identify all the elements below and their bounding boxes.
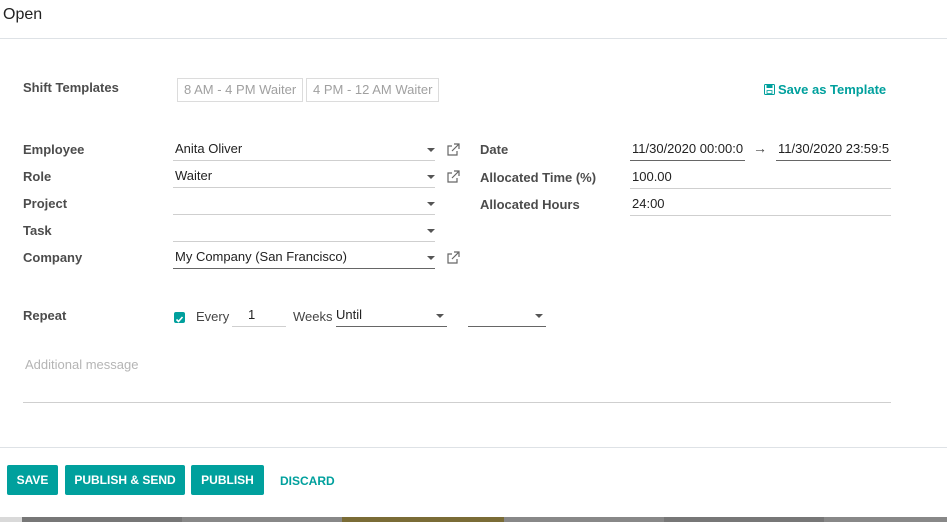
project-value: [173, 195, 175, 210]
company-value: My Company (San Francisco): [175, 249, 347, 264]
external-link-icon[interactable]: [446, 251, 460, 265]
repeat-label: Repeat: [23, 308, 67, 323]
shift-templates-label: Shift Templates: [23, 80, 119, 95]
company-label: Company: [23, 250, 83, 265]
chevron-down-icon: [427, 229, 435, 233]
task-select[interactable]: [173, 219, 435, 242]
employee-label: Employee: [23, 142, 85, 157]
repeat-until-select[interactable]: Until: [336, 304, 447, 327]
template-4pm-12am-waiter[interactable]: 4 PM - 12 AM Waiter: [306, 78, 440, 102]
task-value: [173, 222, 175, 237]
date-end-input[interactable]: 11/30/2020 23:59:5: [776, 138, 891, 161]
date-start-input[interactable]: 11/30/2020 00:00:0: [630, 138, 745, 161]
arrow-right-icon: →: [753, 140, 767, 156]
employee-select[interactable]: Anita Oliver: [173, 138, 435, 161]
repeat-interval-input[interactable]: 1: [232, 304, 286, 327]
chevron-down-icon: [535, 314, 543, 318]
repeat-until-value: Until: [336, 307, 363, 322]
date-start-value: 11/30/2020 00:00:0: [632, 141, 744, 156]
chevron-down-icon: [427, 148, 435, 152]
chevron-down-icon: [427, 202, 435, 206]
external-link-icon[interactable]: [446, 170, 460, 184]
publish-button[interactable]: PUBLISH: [191, 465, 264, 495]
allocated-hours-label: Allocated Hours: [480, 197, 580, 212]
task-label: Task: [23, 223, 52, 238]
allocated-time-label: Allocated Time (%): [480, 170, 597, 185]
employee-value: Anita Oliver: [175, 141, 243, 156]
allocated-time-input[interactable]: 100.00: [630, 166, 891, 189]
footer-divider: [0, 447, 947, 448]
save-as-template-button[interactable]: Save as Template: [764, 82, 886, 98]
repeat-checkbox[interactable]: [174, 312, 185, 323]
chevron-down-icon: [427, 256, 435, 260]
company-select[interactable]: My Company (San Francisco): [173, 246, 435, 269]
chevron-down-icon: [427, 175, 435, 179]
allocated-time-value: 100.00: [632, 169, 672, 184]
project-select[interactable]: [173, 192, 435, 215]
floppy-disk-icon: [764, 83, 775, 98]
every-label: Every: [196, 309, 230, 324]
template-8am-4pm-waiter[interactable]: 8 AM - 4 PM Waiter: [177, 78, 304, 102]
dialog-title: Open: [3, 6, 43, 23]
save-button[interactable]: SAVE: [7, 465, 58, 495]
header-divider: [0, 38, 947, 39]
discard-button[interactable]: DISCARD: [280, 474, 335, 488]
publish-and-send-button[interactable]: PUBLISH & SEND: [65, 465, 185, 495]
date-end-value: 11/30/2020 23:59:5: [778, 141, 890, 156]
save-as-template-label: Save as Template: [778, 82, 887, 97]
repeat-until-date-select[interactable]: [468, 304, 546, 327]
allocated-hours-value: 24:00: [632, 196, 665, 211]
background-strip: [0, 517, 947, 522]
role-label: Role: [23, 169, 52, 184]
date-label: Date: [480, 142, 509, 157]
chevron-down-icon: [436, 314, 444, 318]
role-select[interactable]: Waiter: [173, 165, 435, 188]
role-value: Waiter: [175, 168, 213, 183]
additional-message-textarea[interactable]: [23, 350, 891, 403]
weeks-label: Weeks: [293, 309, 333, 324]
external-link-icon[interactable]: [446, 143, 460, 157]
check-icon: [175, 316, 184, 323]
project-label: Project: [23, 196, 68, 211]
repeat-interval-value: 1: [248, 307, 256, 322]
allocated-hours-input[interactable]: 24:00: [630, 193, 891, 216]
